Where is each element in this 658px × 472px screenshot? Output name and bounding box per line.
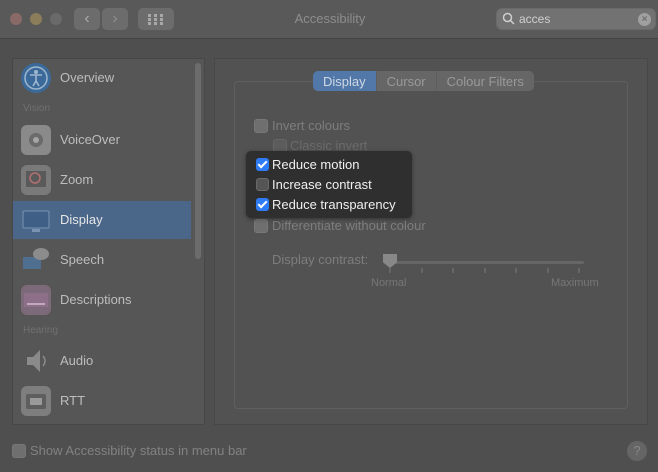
search-input[interactable]: acces <box>519 12 550 26</box>
increase-contrast-label: Increase contrast <box>272 177 372 192</box>
differentiate-without-colour-label: Differentiate without colour <box>272 218 426 233</box>
tab-display[interactable]: Display <box>313 71 377 91</box>
contrast-min-label: Normal <box>371 277 407 289</box>
tab-bar: Display Cursor Colour Filters <box>313 71 534 91</box>
sidebar-item-audio[interactable]: Audio <box>13 342 191 380</box>
search-highlight-popover: Reduce motion Increase contrast Reduce t… <box>246 151 412 218</box>
zoom-window-button[interactable] <box>50 13 62 25</box>
forward-button[interactable]: › <box>102 8 128 30</box>
slider-tick <box>515 268 517 273</box>
sidebar-item-label: Zoom <box>60 172 94 187</box>
sidebar-scrollbar[interactable] <box>195 63 201 259</box>
show-all-button[interactable] <box>138 8 174 30</box>
clear-search-icon[interactable]: × <box>638 13 651 26</box>
close-window-button[interactable] <box>10 13 22 25</box>
sidebar-item-rtt[interactable]: RTT <box>13 382 191 420</box>
slider-tick <box>484 268 486 273</box>
reduce-transparency-label: Reduce transparency <box>272 197 396 212</box>
descriptions-icon <box>21 285 51 315</box>
sidebar-item-descriptions[interactable]: Descriptions <box>13 281 191 319</box>
contrast-max-label: Maximum <box>551 277 599 289</box>
sidebar-item-label: RTT <box>60 393 86 408</box>
sidebar-item-overview[interactable]: Overview <box>13 59 191 97</box>
back-button[interactable]: ‹ <box>74 8 100 30</box>
differentiate-without-colour-checkbox[interactable] <box>254 219 268 233</box>
display-icon <box>21 205 51 235</box>
sidebar-item-label: Overview <box>60 70 115 85</box>
invert-colours-label: Invert colours <box>272 118 351 133</box>
sidebar-item-label: Descriptions <box>60 292 132 307</box>
slider-tick <box>578 268 580 273</box>
slider-tick <box>452 268 454 273</box>
zoom-icon <box>21 165 51 195</box>
accessibility-icon <box>21 63 51 93</box>
speech-icon <box>21 245 51 275</box>
display-contrast-slider[interactable] <box>387 261 584 264</box>
telephone-icon <box>21 386 51 416</box>
tab-cursor[interactable]: Cursor <box>377 71 437 91</box>
slider-tick <box>421 268 423 273</box>
slider-tick <box>547 268 549 273</box>
show-status-label: Show Accessibility status in menu bar <box>30 443 247 458</box>
sidebar-item-label: VoiceOver <box>60 132 120 147</box>
sidebar: Overview Vision VoiceOver Zoom Display S… <box>12 58 205 425</box>
section-label-hearing: Hearing <box>23 325 59 336</box>
tab-colour-filters[interactable]: Colour Filters <box>437 71 534 91</box>
sidebar-item-display[interactable]: Display <box>13 201 191 239</box>
help-button[interactable]: ? <box>627 441 647 461</box>
sidebar-item-speech[interactable]: Speech <box>13 241 191 279</box>
window-title: Accessibility <box>294 11 366 26</box>
reduce-motion-checkbox[interactable] <box>256 158 269 171</box>
reduce-transparency-checkbox[interactable] <box>256 198 269 211</box>
search-icon <box>502 12 515 25</box>
sidebar-item-label: Speech <box>60 252 105 267</box>
show-status-checkbox[interactable] <box>12 444 26 458</box>
search-field[interactable]: acces × <box>496 8 656 30</box>
slider-tick <box>389 268 391 273</box>
sidebar-item-voiceover[interactable]: VoiceOver <box>13 121 191 159</box>
title-bar: ‹ › Accessibility acces × <box>0 0 658 39</box>
sidebar-item-label: Display <box>60 212 103 227</box>
voiceover-icon <box>21 125 51 155</box>
speaker-icon <box>21 346 51 376</box>
section-label-vision: Vision <box>23 103 51 114</box>
minimize-window-button[interactable] <box>30 13 42 25</box>
increase-contrast-checkbox[interactable] <box>256 178 269 191</box>
display-contrast-label: Display contrast: <box>272 252 369 267</box>
invert-colours-checkbox[interactable] <box>254 119 268 133</box>
reduce-motion-label: Reduce motion <box>272 157 360 172</box>
sidebar-item-label: Audio <box>60 353 94 368</box>
sidebar-item-zoom[interactable]: Zoom <box>13 161 191 199</box>
